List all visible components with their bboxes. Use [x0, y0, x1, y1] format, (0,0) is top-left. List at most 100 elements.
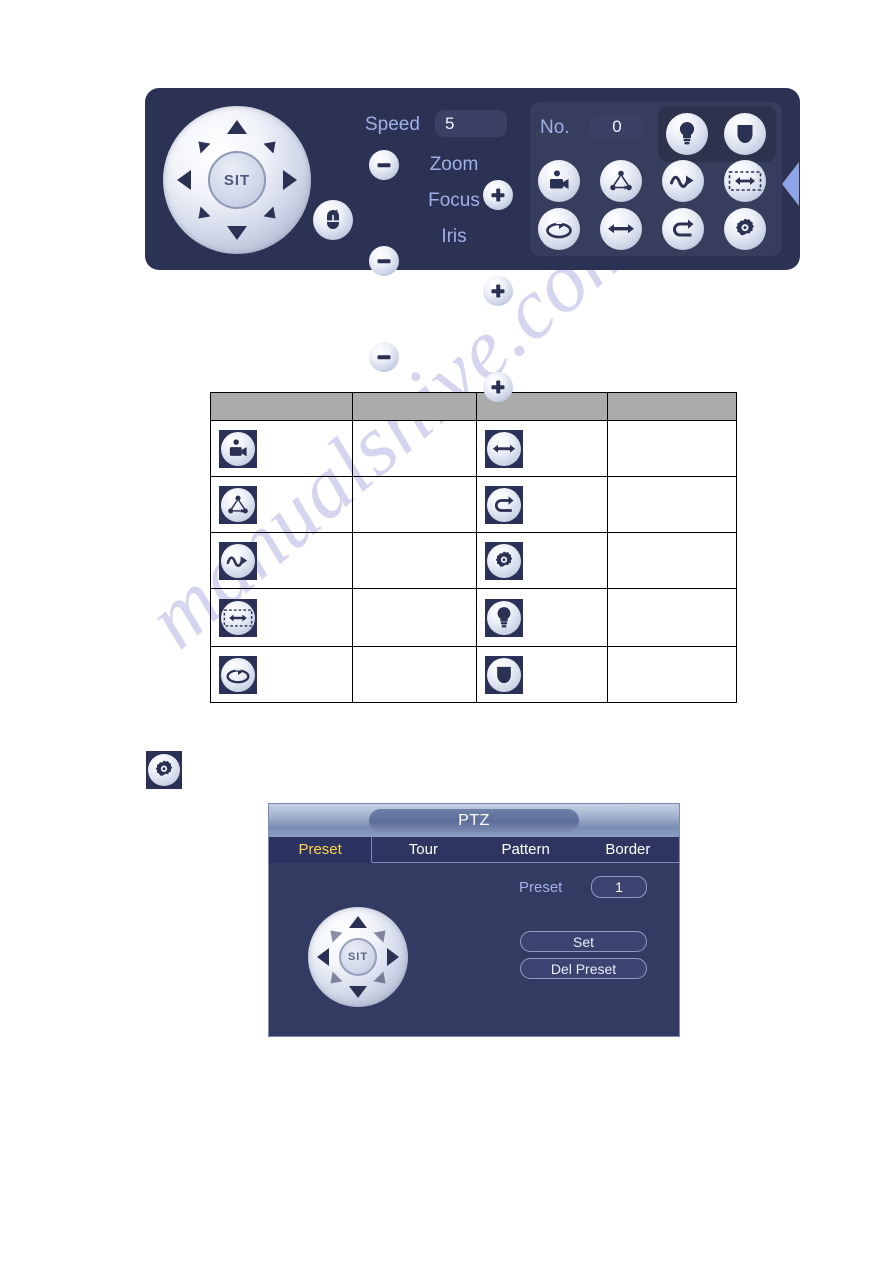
- ptz-joystick[interactable]: SIT: [163, 106, 311, 254]
- joystick-down-right-arrow-icon[interactable]: [373, 971, 391, 989]
- joystick-center-button[interactable]: SIT: [339, 938, 377, 976]
- auto-pan-button[interactable]: [600, 208, 642, 250]
- tab-preset[interactable]: Preset: [269, 837, 373, 863]
- tab-preset-label: Preset: [298, 841, 342, 858]
- light-button[interactable]: [666, 113, 708, 155]
- table-icon-cell: [210, 476, 353, 533]
- table-row: [210, 588, 737, 647]
- joystick-up-arrow-icon[interactable]: [227, 120, 247, 134]
- tab-tour-label: Tour: [408, 841, 438, 858]
- speed-label: Speed: [365, 114, 420, 135]
- light-bulb-tile: [485, 598, 524, 637]
- focus-label: Focus: [428, 190, 480, 211]
- tour-icon: [228, 495, 248, 513]
- light-bulb-icon: [498, 606, 511, 627]
- mouse-button[interactable]: [313, 200, 353, 240]
- joystick-down-arrow-icon[interactable]: [349, 986, 367, 998]
- joystick-up-left-arrow-icon[interactable]: [325, 925, 343, 943]
- ptz-dialog-body: SIT Preset 1 Set Del Preset: [269, 863, 679, 1036]
- set-button[interactable]: Set: [520, 931, 647, 952]
- speed-value-field[interactable]: 5: [435, 110, 507, 137]
- auto-pan-tile: [485, 429, 524, 468]
- joystick-right-arrow-icon[interactable]: [283, 170, 297, 190]
- table-desc-cell: [351, 532, 478, 589]
- ptz-settings-button[interactable]: [724, 208, 766, 250]
- table-row: [210, 420, 737, 477]
- flip-button[interactable]: [662, 208, 704, 250]
- tab-tour[interactable]: Tour: [372, 837, 474, 862]
- flip-tile: [485, 485, 524, 524]
- table-desc-cell: [351, 476, 478, 533]
- zoom-minus-button[interactable]: [369, 150, 399, 180]
- rotate-icon: [226, 667, 250, 683]
- iris-plus-button[interactable]: [483, 372, 513, 402]
- pattern-tile: [219, 541, 257, 580]
- joystick-down-right-arrow-icon[interactable]: [263, 206, 281, 224]
- table-header-cell-2: [351, 392, 478, 421]
- table-desc-cell: [607, 532, 737, 589]
- table-icon-cell: [210, 532, 353, 589]
- ptz-toolbar-panel: SIT Speed 5 Zoom Focus Iris No. 0: [145, 88, 800, 402]
- iris-minus-button[interactable]: [369, 342, 399, 372]
- joystick-up-arrow-icon[interactable]: [349, 916, 367, 928]
- wiper-icon: [497, 666, 512, 683]
- tab-border-label: Border: [605, 841, 651, 858]
- joystick-up-right-arrow-icon[interactable]: [263, 136, 281, 154]
- table-row: [210, 646, 737, 703]
- focus-minus-button[interactable]: [369, 246, 399, 276]
- pattern-button[interactable]: [662, 160, 704, 202]
- ptz-dialog: PTZ Preset Tour Pattern Border SIT Prese…: [268, 803, 680, 1037]
- focus-plus-button[interactable]: [483, 276, 513, 306]
- preset-label: Preset: [519, 879, 563, 896]
- table-desc-cell: [351, 588, 478, 647]
- tab-pattern[interactable]: Pattern: [475, 837, 577, 862]
- flip-icon: [495, 495, 515, 512]
- joystick-down-left-arrow-icon[interactable]: [193, 206, 211, 224]
- table-desc-cell: [607, 646, 737, 703]
- preset-button[interactable]: [538, 160, 580, 202]
- gear-icon: [736, 218, 754, 236]
- rotate-button[interactable]: [538, 208, 580, 250]
- joystick-left-arrow-icon[interactable]: [317, 948, 329, 966]
- del-preset-button[interactable]: Del Preset: [520, 958, 647, 979]
- table-icon-cell: [210, 588, 353, 647]
- wiper-button[interactable]: [724, 113, 766, 155]
- table-icon-cell: [476, 476, 609, 533]
- joystick-down-left-arrow-icon[interactable]: [325, 971, 343, 989]
- speed-value: 5: [445, 113, 455, 133]
- joystick-left-arrow-icon[interactable]: [177, 170, 191, 190]
- preset-camera-tile: [219, 429, 257, 468]
- pattern-icon: [226, 555, 248, 567]
- scan-border-icon: [728, 171, 762, 191]
- wiper-tile: [485, 655, 524, 694]
- table-desc-cell: [607, 420, 737, 477]
- ptz-dialog-joystick[interactable]: SIT: [308, 907, 408, 1007]
- joystick-center-button[interactable]: SIT: [208, 151, 266, 209]
- rotate-tile: [219, 655, 257, 694]
- light-bulb-icon: [679, 121, 695, 145]
- joystick-down-arrow-icon[interactable]: [227, 226, 247, 240]
- joystick-right-arrow-icon[interactable]: [387, 948, 399, 966]
- table-icon-cell: [476, 646, 609, 703]
- preset-value-field[interactable]: 1: [591, 876, 647, 898]
- table-desc-cell: [351, 646, 478, 703]
- gear-icon: [496, 550, 513, 567]
- wiper-icon: [737, 125, 753, 143]
- table-desc-cell: [607, 588, 737, 647]
- joystick-center-label: SIT: [347, 951, 369, 963]
- page-root: manualshive.com SIT Speed 5 Zoom Focus I…: [0, 0, 893, 1263]
- table-icon-cell: [476, 420, 609, 477]
- table-icon-cell: [210, 420, 353, 477]
- joystick-up-right-arrow-icon[interactable]: [373, 925, 391, 943]
- scan-border-icon: [223, 608, 253, 627]
- tour-button[interactable]: [600, 160, 642, 202]
- number-value-field[interactable]: 0: [590, 114, 644, 140]
- zoom-label: Zoom: [429, 154, 479, 175]
- pattern-icon: [670, 175, 694, 188]
- ptz-function-group: No. 0: [530, 102, 782, 256]
- set-button-label: Set: [572, 933, 594, 950]
- collapse-panel-arrow-icon[interactable]: [782, 162, 799, 206]
- tab-border[interactable]: Border: [577, 837, 679, 862]
- joystick-up-left-arrow-icon[interactable]: [193, 136, 211, 154]
- scan-border-button[interactable]: [724, 160, 766, 202]
